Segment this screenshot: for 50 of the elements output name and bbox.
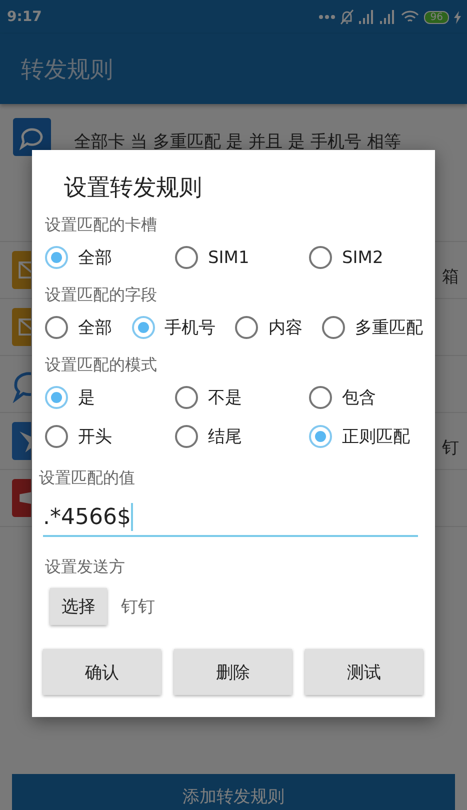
- section-label: 设置匹配的字段: [45, 285, 158, 306]
- radio-option[interactable]: 是: [45, 386, 175, 409]
- radio-option[interactable]: 包含: [309, 386, 423, 409]
- more-dots-icon: [319, 14, 336, 20]
- radio-button[interactable]: [45, 316, 68, 339]
- radio-button[interactable]: [309, 246, 332, 269]
- section-label: 设置匹配的卡槽: [45, 215, 158, 236]
- rule-text: 钉: [442, 436, 459, 458]
- action-button[interactable]: 删除: [174, 649, 292, 695]
- section-label: 设置匹配的值: [39, 468, 136, 489]
- radio-button[interactable]: [235, 316, 258, 339]
- rule-text: 全部卡 当 多重匹配 是 并且 是 手机号 相等: [74, 131, 401, 153]
- charging-bolt-icon: [454, 10, 461, 24]
- radio-button[interactable]: [175, 425, 198, 448]
- app-title: 转发规则: [21, 56, 113, 84]
- action-button[interactable]: 确认: [43, 649, 161, 695]
- radio-option[interactable]: 手机号: [132, 316, 216, 339]
- signal-icon: [359, 10, 376, 24]
- radio-option[interactable]: 结尾: [175, 425, 309, 448]
- radio-button[interactable]: [45, 425, 68, 448]
- sender-value: 钉钉: [121, 596, 155, 618]
- section-label: 设置匹配的模式: [45, 355, 158, 376]
- radio-option[interactable]: SIM2: [309, 246, 423, 269]
- radio-button[interactable]: [175, 246, 198, 269]
- action-button[interactable]: 测试: [305, 649, 423, 695]
- radio-option[interactable]: 全部: [45, 246, 175, 269]
- radio-option[interactable]: 全部: [45, 316, 112, 339]
- signal-icon: [380, 10, 396, 24]
- radio-option[interactable]: 内容: [235, 316, 302, 339]
- rule-text: 箱: [442, 266, 459, 288]
- radio-button[interactable]: [309, 425, 332, 448]
- section-label: 设置发送方: [45, 557, 126, 578]
- radio-button[interactable]: [322, 316, 345, 339]
- radio-option[interactable]: 开头: [45, 425, 175, 448]
- clock-time: 9:17: [7, 9, 42, 25]
- input-field[interactable]: .*4566$: [43, 503, 418, 537]
- radio-button[interactable]: [309, 386, 332, 409]
- muted-bell-icon: [340, 9, 354, 25]
- radio-button[interactable]: [132, 316, 155, 339]
- wifi-icon: [401, 10, 420, 24]
- radio-option[interactable]: 正则匹配: [309, 425, 423, 448]
- dialog-title: 设置转发规则: [64, 174, 203, 203]
- battery-level: 96: [424, 10, 449, 24]
- radio-option[interactable]: SIM1: [175, 246, 309, 269]
- radio-button[interactable]: [45, 386, 68, 409]
- radio-button[interactable]: [45, 246, 68, 269]
- radio-option[interactable]: 多重匹配: [322, 316, 423, 339]
- radio-option[interactable]: 不是: [175, 386, 309, 409]
- radio-button[interactable]: [175, 386, 198, 409]
- choose-button[interactable]: 选择: [50, 588, 107, 625]
